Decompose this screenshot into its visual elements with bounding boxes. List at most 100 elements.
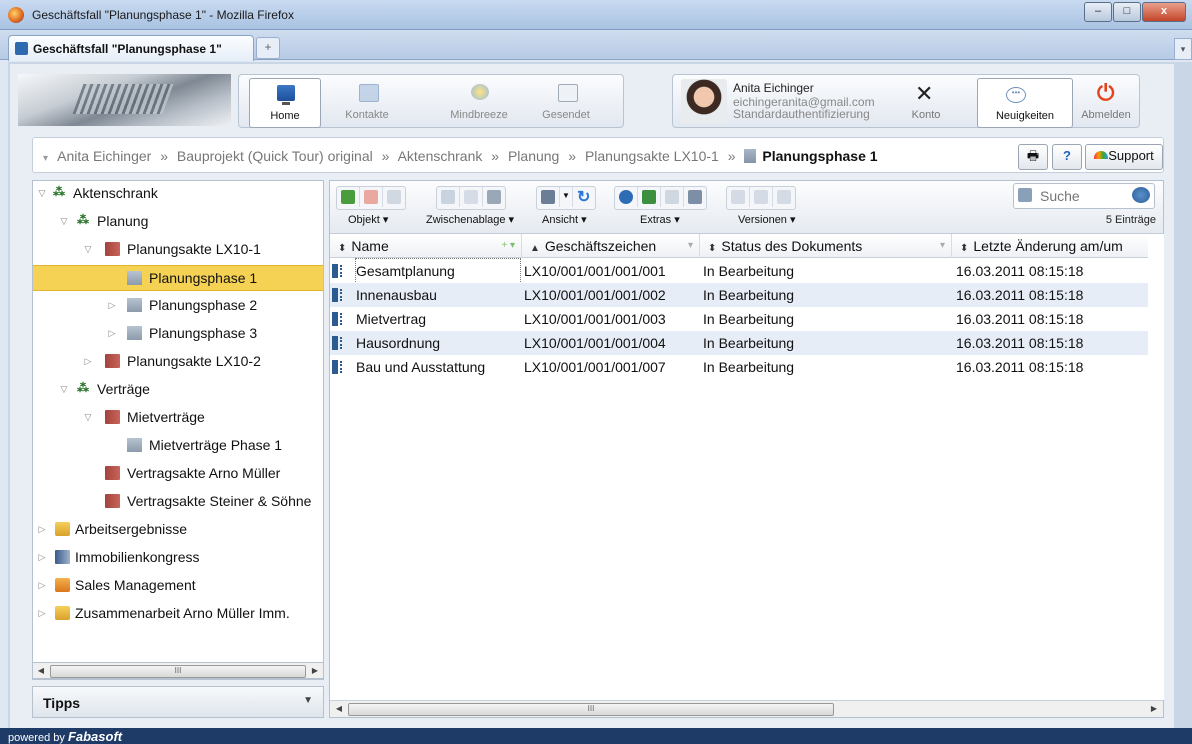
cut-button[interactable]: [437, 187, 460, 207]
filter-button[interactable]: [638, 187, 661, 207]
search-icon[interactable]: [1132, 187, 1150, 203]
column-header-letzte-aenderung[interactable]: ⬍ Letzte Änderung am/um: [952, 234, 1146, 258]
column-header-status[interactable]: ⬍ Status des Dokuments ▾: [700, 234, 952, 258]
print-button[interactable]: 🖶: [1018, 144, 1048, 170]
close-button[interactable]: x: [1142, 2, 1186, 22]
table-row[interactable]: Innenausbau LX10/001/001/001/002 In Bear…: [330, 283, 1163, 307]
table-row[interactable]: Gesamtplanung LX10/001/001/001/001 In Be…: [330, 258, 1163, 284]
scroll-right-arrow-icon[interactable]: ▶: [308, 664, 322, 677]
help-button[interactable]: ?: [1052, 144, 1082, 170]
collapse-twisty-icon[interactable]: ▽: [83, 405, 93, 429]
maximize-button[interactable]: □: [1113, 2, 1141, 22]
tree-node-mietvertraege[interactable]: ▽ Mietverträge: [33, 405, 323, 429]
scroll-left-arrow-icon[interactable]: ◀: [34, 664, 48, 677]
scroll-right-arrow-icon[interactable]: ▶: [1147, 702, 1161, 715]
paste-button[interactable]: [483, 187, 505, 207]
expand-twisty-icon[interactable]: ▷: [83, 349, 93, 373]
tree-node-planungsphase-3[interactable]: ▷ Planungsphase 3: [33, 321, 323, 345]
tree-node-aktenschrank[interactable]: ▽ ⁂ Aktenschrank: [33, 181, 323, 205]
tree-node-mietvertraege-phase-1[interactable]: Mietverträge Phase 1: [33, 433, 323, 457]
view-dropdown-button[interactable]: ▼: [560, 187, 573, 207]
chevron-down-icon[interactable]: ▼: [303, 695, 313, 706]
avatar[interactable]: [681, 79, 727, 124]
expand-twisty-icon[interactable]: ▷: [107, 321, 117, 345]
breadcrumb-item[interactable]: Planung: [508, 148, 559, 164]
expand-twisty-icon[interactable]: ▷: [37, 545, 47, 569]
remove-object-button[interactable]: [383, 187, 405, 207]
versionen-menu[interactable]: Versionen ▾: [738, 213, 796, 226]
breadcrumb-dropdown-icon[interactable]: ▾: [43, 153, 48, 164]
table-row[interactable]: Mietvertrag LX10/001/001/001/003 In Bear…: [330, 307, 1163, 331]
view-list-button[interactable]: [537, 187, 560, 207]
tree-node-vertragsakte-arno-mueller[interactable]: Vertragsakte Arno Müller: [33, 461, 323, 485]
search-tool-button[interactable]: [615, 187, 638, 207]
cell-date: 16.03.2011 08:15:18: [956, 335, 1084, 351]
delete-object-button[interactable]: [360, 187, 383, 207]
cell-geschaeftszeichen: LX10/001/001/001/002: [524, 287, 666, 303]
minimize-button[interactable]: –: [1084, 2, 1112, 22]
add-column-icon[interactable]: + ▾: [501, 234, 515, 258]
column-header-geschaeftszeichen[interactable]: ▲ Geschäftszeichen ▾: [522, 234, 700, 258]
properties-button[interactable]: [684, 187, 706, 207]
breadcrumb-item[interactable]: Bauprojekt (Quick Tour) original: [177, 148, 373, 164]
breadcrumb-item[interactable]: Planungsakte LX10-1: [585, 148, 719, 164]
new-tab-button[interactable]: +: [256, 37, 280, 59]
copy-button[interactable]: [460, 187, 483, 207]
breadcrumb-item[interactable]: Aktenschrank: [398, 148, 483, 164]
search-scope-icon[interactable]: [1018, 188, 1032, 202]
table-row[interactable]: Bau und Ausstattung LX10/001/001/001/007…: [330, 355, 1163, 379]
support-button[interactable]: Support: [1085, 144, 1163, 170]
scroll-left-arrow-icon[interactable]: ◀: [332, 702, 346, 715]
collapse-twisty-icon[interactable]: ▽: [59, 377, 69, 401]
tree-node-planung[interactable]: ▽ ⁂ Planung: [33, 209, 323, 233]
extra-action-button[interactable]: [661, 187, 684, 207]
expand-twisty-icon[interactable]: ▷: [37, 601, 47, 625]
tree-node-planungsakte-lx10-1[interactable]: ▽ Planungsakte LX10-1: [33, 237, 323, 261]
neuigkeiten-button[interactable]: ••• Neuigkeiten: [977, 78, 1073, 128]
scrollbar-thumb[interactable]: III: [50, 665, 306, 678]
tree-node-arbeitsergebnisse[interactable]: ▷ Arbeitsergebnisse: [33, 517, 323, 541]
kontakte-button[interactable]: Kontakte: [332, 78, 402, 126]
tree-node-vertragsakte-steiner[interactable]: Vertragsakte Steiner & Söhne: [33, 489, 323, 513]
tipps-panel[interactable]: Tipps ▼: [32, 686, 324, 718]
tree-node-vertraege[interactable]: ▽ ⁂ Verträge: [33, 377, 323, 401]
tree-horizontal-scrollbar[interactable]: ◀ III ▶: [32, 662, 324, 679]
table-row[interactable]: Hausordnung LX10/001/001/001/004 In Bear…: [330, 331, 1163, 355]
tree-node-immobilienkongress[interactable]: ▷ Immobilienkongress: [33, 545, 323, 569]
collapse-twisty-icon[interactable]: ▽: [83, 237, 93, 261]
zwischenablage-menu[interactable]: Zwischenablage ▾: [426, 213, 514, 226]
expand-twisty-icon[interactable]: ▷: [37, 573, 47, 597]
home-button[interactable]: Home: [249, 78, 321, 128]
extras-menu[interactable]: Extras ▾: [640, 213, 680, 226]
objekt-menu[interactable]: Objekt ▾: [348, 213, 388, 226]
gesendet-button[interactable]: Gesendet: [531, 78, 601, 126]
tree-node-sales-management[interactable]: ▷ Sales Management: [33, 573, 323, 597]
column-dropdown-icon[interactable]: ▾: [940, 234, 945, 258]
content-vertical-scrollbar[interactable]: [1148, 234, 1164, 700]
konto-button[interactable]: ✕ Konto: [895, 78, 957, 126]
scrollbar-thumb[interactable]: III: [348, 703, 834, 716]
tree-node-planungsphase-1[interactable]: Planungsphase 1: [33, 265, 323, 291]
tree-node-planungsphase-2[interactable]: ▷ Planungsphase 2: [33, 293, 323, 317]
collapse-twisty-icon[interactable]: ▽: [59, 209, 69, 233]
version-list-button[interactable]: [773, 187, 795, 207]
ansicht-menu[interactable]: Ansicht ▾: [542, 213, 587, 226]
new-object-button[interactable]: [337, 187, 360, 207]
refresh-button[interactable]: ↻: [573, 187, 595, 207]
mindbreeze-button[interactable]: Mindbreeze: [444, 78, 514, 126]
search-input[interactable]: [1038, 186, 1122, 206]
browser-tab[interactable]: Geschäftsfall "Planungsphase 1": [8, 35, 254, 61]
column-header-name[interactable]: ⬍ Name + ▾: [330, 234, 522, 258]
expand-twisty-icon[interactable]: ▷: [37, 517, 47, 541]
tab-list-scroll-button[interactable]: ▾: [1174, 38, 1192, 60]
abmelden-button[interactable]: ⏻ Abmelden: [1075, 78, 1137, 126]
tree-node-planungsakte-lx10-2[interactable]: ▷ Planungsakte LX10-2: [33, 349, 323, 373]
version-next-button[interactable]: [750, 187, 773, 207]
content-horizontal-scrollbar[interactable]: ◀ III ▶: [330, 700, 1163, 717]
breadcrumb-item[interactable]: Anita Eichinger: [57, 148, 151, 164]
expand-twisty-icon[interactable]: ▷: [107, 293, 117, 317]
column-dropdown-icon[interactable]: ▾: [688, 234, 693, 258]
tree-node-zusammenarbeit[interactable]: ▷ Zusammenarbeit Arno Müller Imm.: [33, 601, 323, 625]
version-back-button[interactable]: [727, 187, 750, 207]
collapse-twisty-icon[interactable]: ▽: [37, 181, 47, 205]
